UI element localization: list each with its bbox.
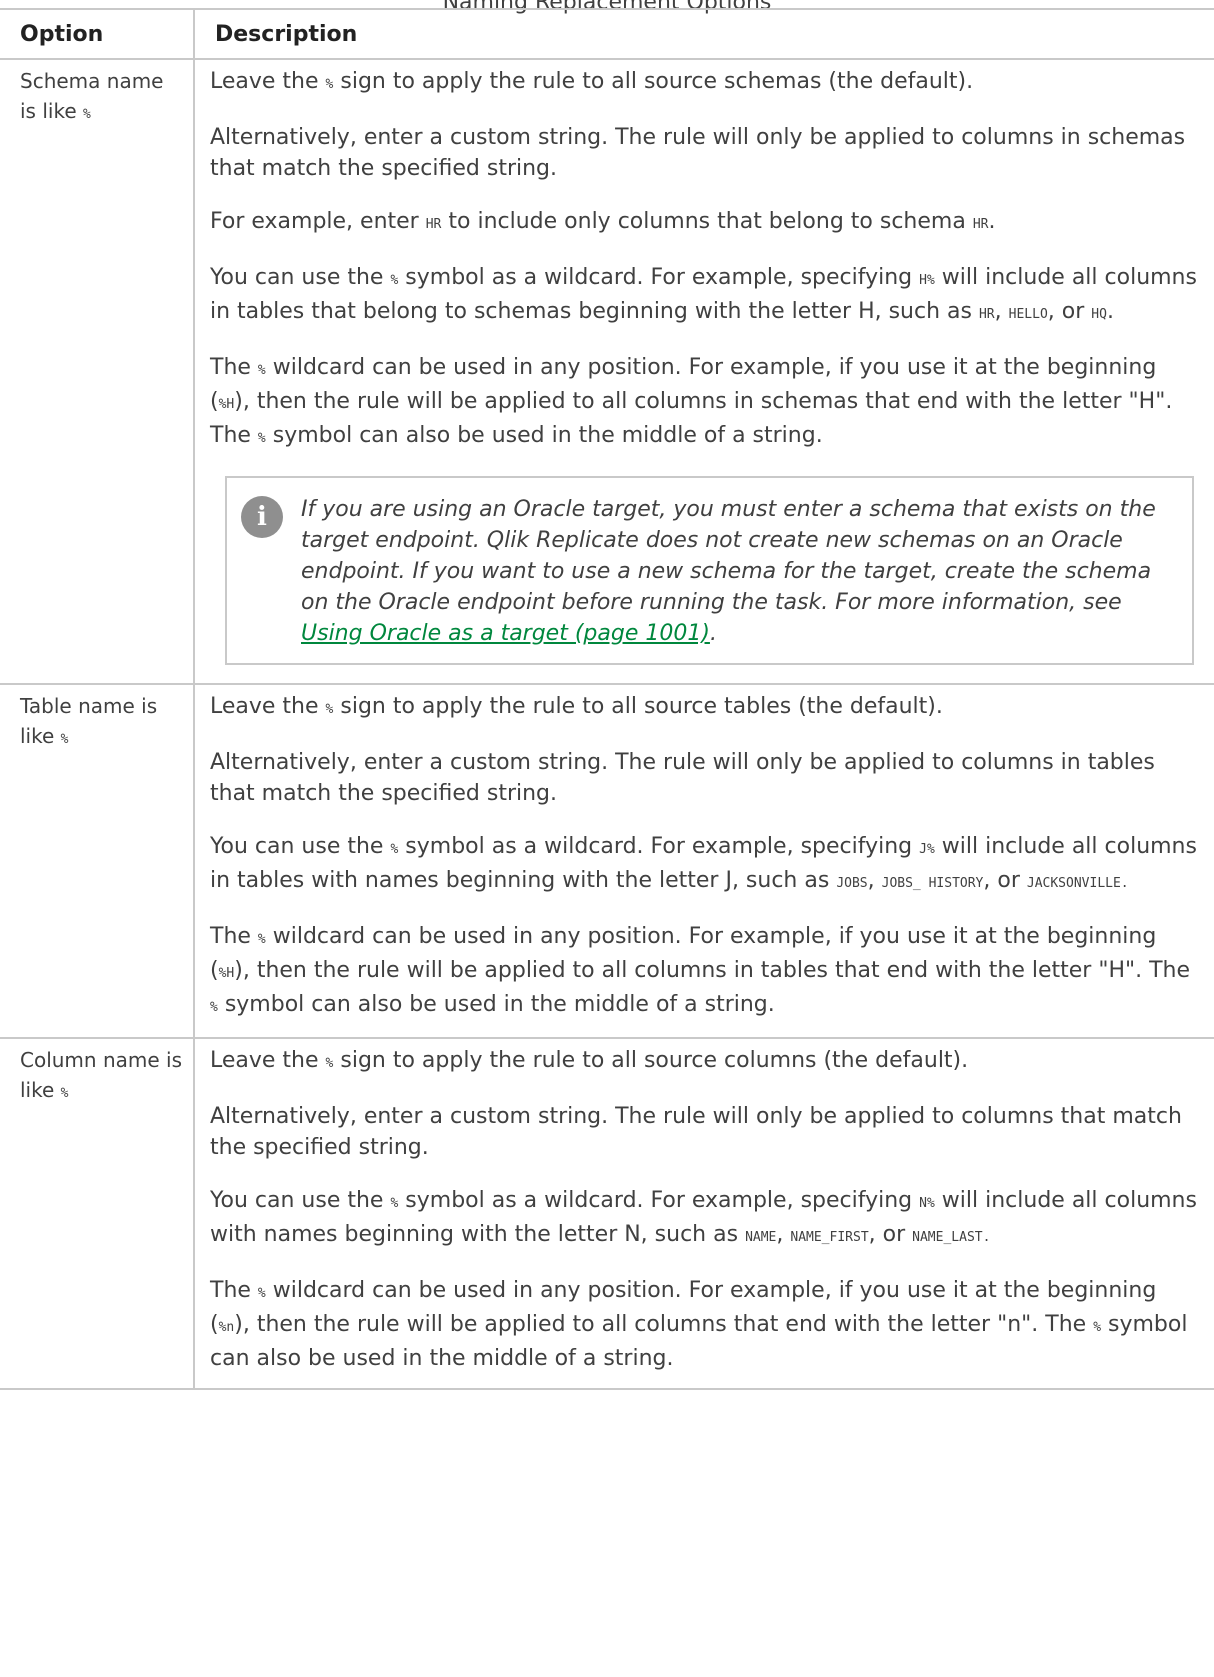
paragraph: Leave the % sign to apply the rule to al… <box>210 694 943 719</box>
description-column: Leave the % sign to apply the rule to al… <box>193 1037 1214 1390</box>
options-table: Option Description Schema name is like %… <box>0 8 1214 1390</box>
paragraph: The % wildcard can be used in any positi… <box>210 1278 1188 1371</box>
paragraph: You can use the % symbol as a wildcard. … <box>210 834 1197 893</box>
paragraph: Alternatively, enter a custom string. Th… <box>210 125 1186 181</box>
info-note: i If you are using an Oracle target, you… <box>225 476 1194 665</box>
description-schema: Leave the % sign to apply the rule to al… <box>193 58 1214 685</box>
paragraph: Leave the % sign to apply the rule to al… <box>210 1048 969 1073</box>
paragraph: You can use the % symbol as a wildcard. … <box>210 1188 1197 1247</box>
table-row-schema: Schema name is like % Leave the % sign t… <box>0 58 1214 685</box>
oracle-target-link[interactable]: Using Oracle as a target (page 1001) <box>301 621 710 646</box>
option-wildcard: % <box>60 1086 69 1101</box>
table-row-table: Table name is like % Leave the % sign to… <box>0 683 1214 1039</box>
header-option: Option <box>0 8 195 60</box>
info-icon: i <box>241 496 283 538</box>
paragraph: The % wildcard can be used in any positi… <box>210 355 1173 448</box>
option-wildcard: % <box>82 107 91 122</box>
paragraph: Leave the % sign to apply the rule to al… <box>210 69 974 94</box>
paragraph: Alternatively, enter a custom string. Th… <box>210 1104 1182 1160</box>
option-table: Table name is like % <box>0 683 195 1039</box>
paragraph: For example, enter HR to include only co… <box>210 209 996 234</box>
table-row-column: Column name is like % Leave the % sign t… <box>0 1037 1214 1390</box>
option-schema: Schema name is like % <box>0 58 195 685</box>
option-label: Schema name is like <box>20 69 164 123</box>
option-column: Column name is like % <box>0 1037 195 1390</box>
paragraph: The % wildcard can be used in any positi… <box>210 924 1191 1017</box>
option-label: Table name is like <box>20 694 158 748</box>
header-description: Description <box>193 8 1214 60</box>
description-table: Leave the % sign to apply the rule to al… <box>193 683 1214 1039</box>
paragraph: You can use the % symbol as a wildcard. … <box>210 265 1197 324</box>
paragraph: Alternatively, enter a custom string. Th… <box>210 750 1155 806</box>
option-wildcard: % <box>60 732 69 747</box>
option-label: Column name is like <box>20 1048 183 1102</box>
table-header-row: Option Description <box>0 8 1214 60</box>
note-text: If you are using an Oracle target, you m… <box>301 497 1156 646</box>
